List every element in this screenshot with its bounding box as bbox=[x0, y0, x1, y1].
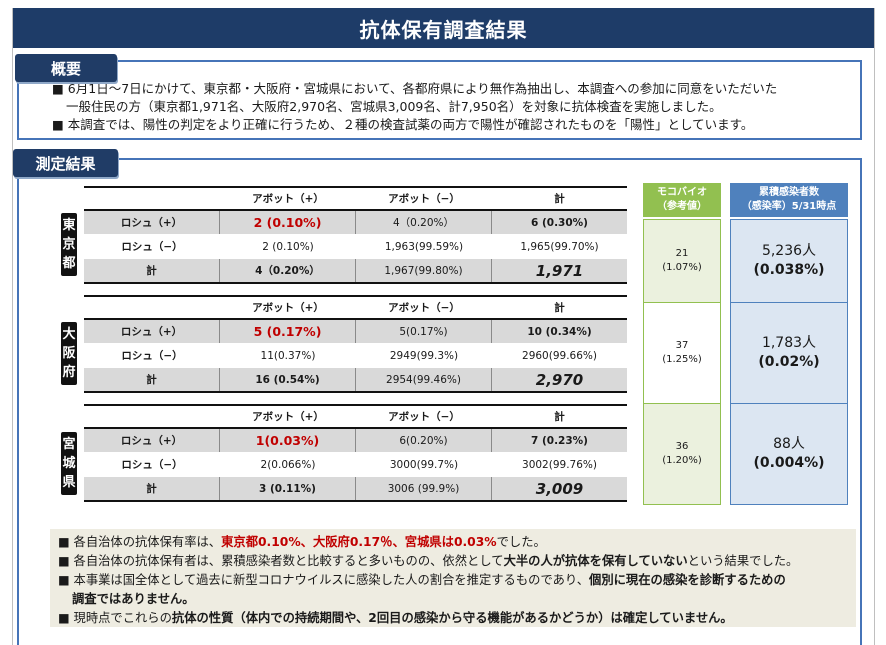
note-line: ■ 各自治体の抗体保有率は、東京都0.10%、大阪府0.17％、宮城県は0.03… bbox=[58, 535, 546, 549]
table-cell: 5 (0.17%) bbox=[220, 320, 356, 343]
table-cell: 1,965(99.70%) bbox=[520, 240, 599, 253]
row-label: ロシュ（+） bbox=[84, 429, 220, 452]
column-header: アボット（+） bbox=[252, 302, 324, 314]
table-row: ロシュ（−） 2(0.066%) 3000(99.7%) 3002(99.76%) bbox=[84, 452, 627, 477]
table-row: 計 16 (0.54%) 2954(99.46%) 2,970 bbox=[84, 368, 627, 393]
row-label: ロシュ（+） bbox=[84, 211, 220, 234]
overview-line: 一般住民の方（東京都1,971名、大阪府2,970名、宮城県3,009名、計7,… bbox=[66, 99, 722, 114]
column-header: アボット（+） bbox=[252, 411, 324, 423]
table-cell: 10 (0.34%) bbox=[527, 325, 592, 338]
table-cell: 1,967(99.80%) bbox=[356, 259, 492, 282]
pref-label-osaka: 大阪府 bbox=[61, 322, 77, 385]
mocobaio-cell: 37 (1.25%) bbox=[643, 302, 721, 404]
column-header: アボット（+） bbox=[252, 193, 324, 205]
table-row: ロシュ（−） 2 (0.10%) 1,963(99.59%) 1,965(99.70%… bbox=[84, 234, 627, 259]
overview-line: ■ 6月1日～7日にかけて、東京都・大阪府・宮城県において、各都府県により無作為… bbox=[52, 81, 778, 96]
table-cell: 16 (0.54%) bbox=[220, 368, 356, 391]
table-cell: 3000(99.7%) bbox=[389, 458, 459, 471]
mocobaio-cell: 36 (1.20%) bbox=[643, 403, 721, 505]
cumulative-cell: 5,236人 (0.038%) bbox=[730, 219, 848, 303]
mocobaio-cell: 21 (1.07%) bbox=[643, 219, 721, 303]
table-cell: 1,963(99.59%) bbox=[384, 240, 464, 253]
table-row: 計 4（0.20%） 1,967(99.80%) 1,971 bbox=[84, 259, 627, 284]
pref-label-tokyo: 東京都 bbox=[61, 213, 77, 276]
table-cell: 2(0.066%) bbox=[260, 458, 316, 471]
note-line: ■ 各自治体の抗体保有者は、累積感染者数と比較すると多いものの、依然として大半の… bbox=[58, 554, 799, 568]
column-header: 計 bbox=[554, 302, 565, 314]
column-header: アボット（−） bbox=[388, 193, 460, 205]
row-label: 計 bbox=[84, 477, 220, 500]
row-label: ロシュ（−） bbox=[121, 459, 183, 471]
table-row: アボット（+） アボット（−） 計 bbox=[84, 404, 627, 427]
table-row: ロシュ（+） 5 (0.17%) 5(0.17%) 10 (0.34%) bbox=[84, 318, 627, 343]
mocobaio-header: モコバイオ （参考値） bbox=[643, 183, 721, 217]
cumulative-cell: 88人 (0.004%) bbox=[730, 403, 848, 505]
table-cell: 4（0.20%） bbox=[220, 259, 356, 282]
table-cell: 1,971 bbox=[535, 261, 584, 280]
cumulative-cell: 1,783人 (0.02%) bbox=[730, 302, 848, 404]
table-cell: 7 (0.23%) bbox=[531, 434, 588, 447]
column-header: アボット（−） bbox=[388, 302, 460, 314]
overview-tab: 概要 bbox=[15, 54, 117, 82]
table-cell: 2,970 bbox=[535, 370, 584, 389]
row-label: ロシュ（−） bbox=[121, 241, 183, 253]
table-cell: 2 (0.10%) bbox=[220, 211, 356, 234]
table-cell: 4（0.20%） bbox=[356, 211, 492, 234]
overview-text: ■ 6月1日～7日にかけて、東京都・大阪府・宮城県において、各都府県により無作為… bbox=[52, 80, 842, 134]
table-cell: 3,009 bbox=[535, 479, 584, 498]
column-header: アボット（−） bbox=[388, 411, 460, 423]
table-row: ロシュ（+） 1(0.03%) 6(0.20%) 7 (0.23%) bbox=[84, 427, 627, 452]
table-cell: 11(0.37%) bbox=[260, 349, 316, 362]
table-cell: 2 (0.10%) bbox=[262, 240, 314, 253]
table-cell: 3 (0.11%) bbox=[220, 477, 356, 500]
table-cell: 2949(99.3%) bbox=[389, 349, 459, 362]
table-row: 計3 (0.11%) 3006 (99.9%) 3,009 bbox=[84, 477, 627, 502]
row-label: 計 bbox=[84, 259, 220, 282]
table-row: アボット（+） アボット（−） 計 bbox=[84, 295, 627, 318]
row-label: ロシュ（−） bbox=[121, 350, 183, 362]
row-label: 計 bbox=[84, 368, 220, 391]
note-line: ■ 現時点でこれらの抗体の性質（体内での持続期間や、2回目の感染から守る機能があ… bbox=[58, 611, 733, 625]
table-cell: 6(0.20%) bbox=[356, 429, 492, 452]
results-tab: 測定結果 bbox=[13, 149, 118, 177]
column-header: 計 bbox=[554, 193, 565, 205]
table-row: ロシュ（+） 2 (0.10%) 4（0.20%） 6 (0.30%) bbox=[84, 209, 627, 234]
table-cell: 6 (0.30%) bbox=[531, 216, 588, 229]
table-row: ロシュ（−） 11(0.37%) 2949(99.3%) 2960(99.66%) bbox=[84, 343, 627, 368]
table-cell: 3006 (99.9%) bbox=[356, 477, 492, 500]
cumulative-header: 累積感染者数 （感染率）5/31時点 bbox=[730, 183, 848, 217]
row-label: ロシュ（+） bbox=[84, 320, 220, 343]
note-line: 調査ではありません。 bbox=[72, 592, 195, 606]
notes-box: ■ 各自治体の抗体保有率は、東京都0.10%、大阪府0.17％、宮城県は0.03… bbox=[50, 529, 856, 627]
page-title: 抗体保有調査結果 bbox=[13, 8, 874, 48]
note-line: ■ 本事業は国全体として過去に新型コロナウイルスに感染した人の割合を推定するもの… bbox=[58, 573, 786, 587]
table-cell: 1(0.03%) bbox=[220, 429, 356, 452]
pref-label-miyagi: 宮城県 bbox=[61, 432, 77, 495]
table-cell: 2960(99.66%) bbox=[522, 349, 597, 362]
column-header: 計 bbox=[554, 411, 565, 423]
table-cell: 2954(99.46%) bbox=[356, 368, 492, 391]
overview-line: ■ 本調査では、陽性の判定をより正確に行うため、２種の検査試薬の両方で陽性が確認… bbox=[52, 117, 754, 132]
table-row: アボット（+） アボット（−） 計 bbox=[84, 186, 627, 209]
table-cell: 5(0.17%) bbox=[356, 320, 492, 343]
table-cell: 3002(99.76%) bbox=[522, 458, 597, 471]
